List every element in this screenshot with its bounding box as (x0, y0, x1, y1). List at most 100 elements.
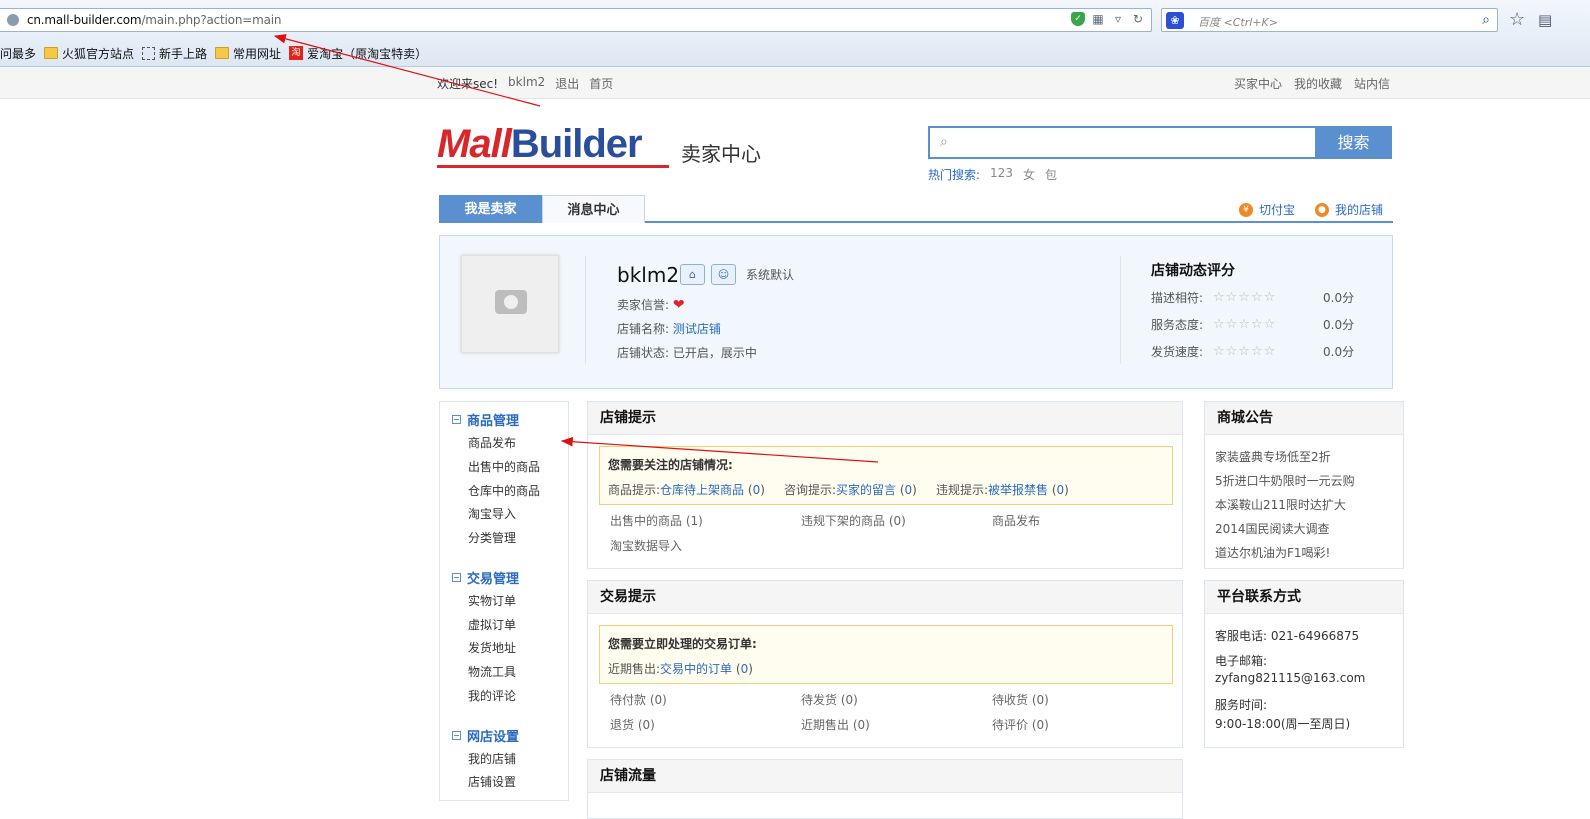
shield-icon[interactable]: ✓ (1071, 12, 1085, 26)
phone-text: 客服电话: 021-64966875 (1215, 629, 1360, 643)
qiefubao-link[interactable]: ¥ 切付宝 (1238, 201, 1295, 218)
group-goods-management[interactable]: 商品管理 (452, 410, 519, 429)
announcement-item[interactable]: 本溪鞍山211限时达扩大 (1215, 496, 1346, 513)
group-title: 网店设置 (467, 730, 520, 745)
search-button[interactable]: 搜索 (1315, 126, 1392, 159)
violation-goods-link[interactable]: 违规下架的商品 (0) (801, 512, 906, 529)
library-icon[interactable]: ▤ (1538, 11, 1552, 29)
group-shop-settings[interactable]: 网店设置 (452, 726, 519, 745)
contact-panel: 平台联系方式 客服电话: 021-64966875 电子邮箱: zyfang82… (1204, 580, 1404, 748)
pending-shipment-link[interactable]: 待发货 (0) (801, 691, 858, 708)
hours-label: 服务时间: (1215, 698, 1268, 712)
dropdown-arrow-icon[interactable]: ▿ (1111, 12, 1125, 26)
bookmark-common-sites[interactable]: 常用网址 (215, 45, 281, 62)
hot-term[interactable]: 123 (990, 166, 1013, 183)
taobao-icon: 淘 (289, 46, 304, 60)
welcome-text: 欢迎来sec! (437, 77, 499, 91)
coin-icon: ¥ (1238, 202, 1253, 217)
email-label: 电子邮箱: (1215, 654, 1268, 668)
bookmark-firefox-site[interactable]: 火狐官方站点 (44, 45, 134, 62)
sidebar-item-shop-settings[interactable]: 店铺设置 (468, 773, 516, 790)
buyer-center-link[interactable]: 买家中心 (1234, 75, 1282, 92)
sidebar-item-virtual-orders[interactable]: 虚拟订单 (468, 616, 516, 633)
shop-name-link[interactable]: 测试店铺 (673, 322, 721, 336)
tab-seller[interactable]: 我是卖家 (439, 195, 542, 223)
baidu-paw-icon[interactable]: ❀ (1166, 12, 1184, 29)
tab-messages[interactable]: 消息中心 (542, 195, 645, 223)
sidebar-item-shipping-address[interactable]: 发货地址 (468, 639, 516, 656)
qrcode-icon[interactable]: ▦ (1091, 12, 1105, 26)
mallbuilder-logo[interactable]: MallBuilder (437, 122, 669, 170)
announcement-item[interactable]: 2014国民阅读大调查 (1215, 520, 1330, 537)
shop-name-row: 店铺名称: 测试店铺 (617, 320, 721, 337)
url-text[interactable]: cn.mall-builder.com/main.php?action=main (27, 13, 281, 27)
reported-banned-link[interactable]: 被举报禁售 (988, 483, 1048, 497)
browser-search-placeholder: 百度 <Ctrl+K> (1198, 16, 1278, 29)
address-bar[interactable]: cn.mall-builder.com/main.php?action=main… (0, 8, 1152, 32)
announcement-item[interactable]: 家装盛典专场低至2折 (1215, 448, 1331, 465)
rating-label: 描述相符: (1151, 291, 1204, 305)
group-trade-management[interactable]: 交易管理 (452, 568, 519, 587)
my-shop-link[interactable]: ● 我的店铺 (1314, 201, 1383, 218)
sidebar-item-publish-goods[interactable]: 商品发布 (468, 434, 516, 451)
browser-search-box[interactable]: ❀ 百度 <Ctrl+K> ⌕ (1161, 8, 1498, 32)
rating-value: 0.0分 (1323, 291, 1355, 305)
sidebar-item-my-reviews[interactable]: 我的评论 (468, 687, 516, 704)
identity-verify-icon[interactable]: ☺ (711, 264, 736, 285)
hot-searches: 热门搜索: 123 女 包 (928, 166, 1057, 183)
username-link[interactable]: bklm2 (508, 75, 545, 92)
recent-sold-link[interactable]: 近期售出 (0) (801, 716, 870, 733)
hot-term[interactable]: 女 (1023, 166, 1035, 183)
site-messages-link[interactable]: 站内信 (1354, 75, 1390, 92)
hot-search-label: 热门搜索: (928, 168, 981, 182)
bookmark-getting-started[interactable]: 新手上路 (142, 45, 207, 62)
rating-value: 0.0分 (1323, 318, 1355, 332)
bookmark-label: 常用网址 (233, 46, 282, 61)
home-link[interactable]: 首页 (589, 75, 613, 92)
hot-term[interactable]: 包 (1045, 166, 1057, 183)
seller-sidebar: 商品管理 商品发布 出售中的商品 仓库中的商品 淘宝导入 分类管理 交易管理 实… (439, 401, 569, 801)
collapse-icon (452, 573, 461, 582)
sidebar-item-warehouse[interactable]: 仓库中的商品 (468, 482, 540, 499)
returns-link[interactable]: 退货 (0) (610, 716, 655, 733)
shop-verify-icon[interactable]: ⌂ (680, 264, 705, 285)
folder-icon (215, 47, 230, 59)
warehouse-pending-link[interactable]: 仓库待上架商品 (660, 483, 744, 497)
bookmarks-bar: 访问最多 火狐官方站点 新手上路 常用网址 淘爱淘宝（原淘宝特卖） (0, 43, 427, 63)
on-sale-goods-link[interactable]: 出售中的商品 (1) (610, 512, 703, 529)
avatar[interactable] (461, 255, 559, 353)
publish-goods-link[interactable]: 商品发布 (992, 512, 1040, 529)
taobao-data-import-link[interactable]: 淘宝数据导入 (610, 537, 682, 554)
bookmark-ai-taobao[interactable]: 淘爱淘宝（原淘宝特卖） (289, 45, 427, 62)
announcement-item[interactable]: 道达尔机油为F1喝彩! (1215, 544, 1330, 561)
my-favorites-link[interactable]: 我的收藏 (1294, 75, 1342, 92)
sidebar-item-logistics[interactable]: 物流工具 (468, 663, 516, 680)
search-icon: ⌕ (940, 134, 948, 150)
trade-tips-panel: 交易提示 您需要立即处理的交易订单: 近期售出:交易中的订单 (0) 待付款 (… (587, 580, 1183, 748)
store-tips-panel: 店铺提示 您需要关注的店铺情况: 商品提示:仓库待上架商品 (0) 咨询提示:买… (587, 401, 1183, 569)
sidebar-item-on-sale[interactable]: 出售中的商品 (468, 458, 540, 475)
sidebar-item-physical-orders[interactable]: 实物订单 (468, 592, 516, 609)
group-title: 商品管理 (467, 414, 520, 429)
site-search-input[interactable]: ⌕ 搜索 (928, 126, 1392, 159)
site-top-bar: 欢迎来sec! bklm2 退出 首页 买家中心 我的收藏 站内信 (0, 67, 1590, 99)
sidebar-item-taobao-import[interactable]: 淘宝导入 (468, 505, 516, 522)
pending-review-link[interactable]: 待评价 (0) (992, 716, 1049, 733)
pending-payment-link[interactable]: 待付款 (0) (610, 691, 667, 708)
search-icon[interactable]: ⌕ (1482, 12, 1490, 28)
trading-orders-link[interactable]: 交易中的订单 (660, 662, 732, 676)
trade-notice-box: 您需要立即处理的交易订单: 近期售出:交易中的订单 (0) (599, 625, 1173, 684)
sidebar-item-category[interactable]: 分类管理 (468, 529, 516, 546)
goods-tip-label: 商品提示: (608, 483, 661, 497)
notice-title: 您需要关注的店铺情况: (608, 458, 733, 472)
bookmark-most-visited[interactable]: 访问最多 (0, 45, 36, 62)
logout-link[interactable]: 退出 (555, 75, 579, 92)
shop-status-label: 店铺状态: (617, 346, 670, 360)
divider (585, 256, 586, 364)
bookmark-star-icon[interactable]: ☆ (1509, 9, 1525, 30)
sidebar-item-my-shop[interactable]: 我的店铺 (468, 750, 516, 767)
reload-icon[interactable]: ↻ (1131, 12, 1145, 26)
buyer-message-link[interactable]: 买家的留言 (836, 483, 896, 497)
announcement-item[interactable]: 5折进口牛奶限时一元云购 (1215, 472, 1355, 489)
pending-receipt-link[interactable]: 待收货 (0) (992, 691, 1049, 708)
